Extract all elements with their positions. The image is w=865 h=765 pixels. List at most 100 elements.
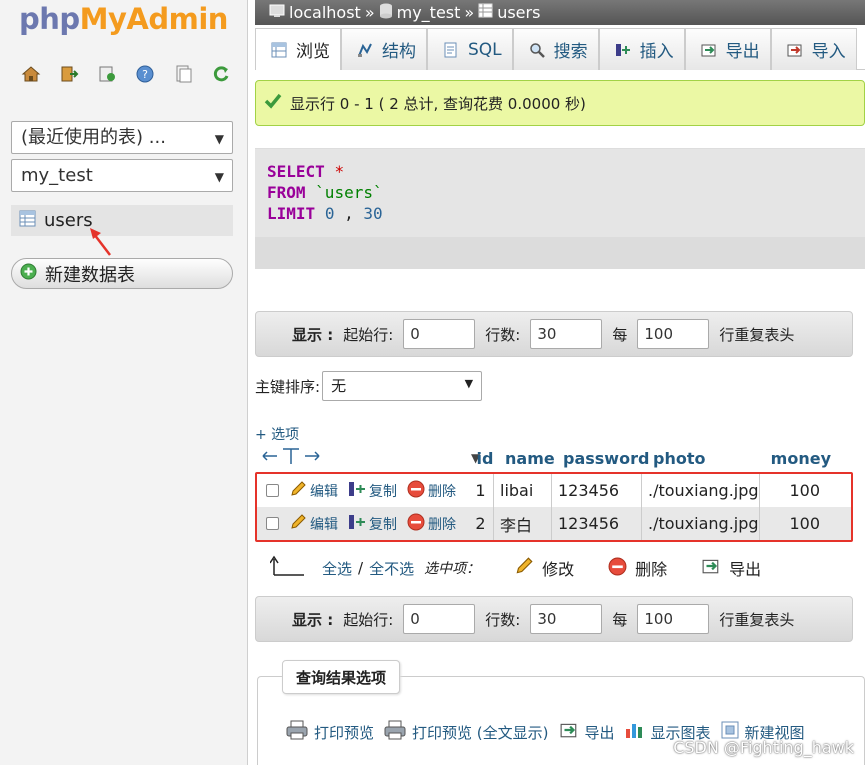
tab-insert[interactable]: 插入 xyxy=(598,28,685,70)
tab-export[interactable]: 导出 xyxy=(684,28,771,70)
column-header-photo[interactable]: photo xyxy=(649,449,765,468)
table-row: 编辑 复制 删除 1 libai 123456 ./touxiang.jpg 1… xyxy=(257,474,851,507)
sort-row: 主键排序: 无 ▼ xyxy=(255,371,483,401)
insert-icon xyxy=(614,41,632,59)
sql-code[interactable]: SELECT * FROM `users` LIMIT 0 , 30 xyxy=(267,161,383,224)
pager-start-input[interactable] xyxy=(403,604,476,634)
pager-start-input[interactable] xyxy=(403,319,476,349)
sql-query-box: SELECT * FROM `users` LIMIT 0 , 30 xyxy=(255,148,865,269)
export-icon xyxy=(559,721,579,743)
pager-every-label: 每 xyxy=(612,610,628,629)
home-icon[interactable] xyxy=(19,62,43,86)
column-resize-icon[interactable] xyxy=(261,446,321,470)
breadcrumb-database[interactable]: my_test xyxy=(397,3,461,22)
tab-sql[interactable]: SQL xyxy=(427,28,513,70)
sql-box-footer xyxy=(255,237,865,269)
pager-every-label: 每 xyxy=(612,325,628,344)
nav-table-users[interactable]: users xyxy=(11,205,233,236)
sort-select[interactable]: 无 ▼ xyxy=(322,371,483,401)
search-icon xyxy=(528,41,546,59)
pager-rows-label: 行数: xyxy=(485,610,521,629)
import-icon xyxy=(786,41,804,59)
copy-icon xyxy=(348,480,366,502)
pager-repeat-input[interactable] xyxy=(637,604,710,634)
delete-link[interactable]: 删除 xyxy=(407,513,456,535)
print-preview-label: 打印预览 xyxy=(314,723,375,742)
query-results-options-legend: 查询结果选项 xyxy=(282,660,401,694)
pencil-icon xyxy=(289,513,307,535)
bulk-delete-label: 删除 xyxy=(635,560,668,579)
browse-icon xyxy=(270,41,288,59)
tab-import[interactable]: 导入 xyxy=(770,28,857,70)
copy-link[interactable]: 复制 xyxy=(348,480,397,502)
column-header-money[interactable]: money xyxy=(765,449,835,468)
logo-php-text: php xyxy=(19,2,80,36)
tab-browse[interactable]: 浏览 xyxy=(255,28,341,70)
help-icon[interactable]: ? xyxy=(133,62,157,86)
select-arrow-icon xyxy=(269,555,306,581)
pager-repeat-label: 行重复表头 xyxy=(719,325,795,344)
delete-link[interactable]: 删除 xyxy=(407,480,456,502)
navigation-panel: phpMyAdmin ? (最近使用的表) ... ▼ my_test ▼ us… xyxy=(0,0,248,765)
exit-icon[interactable] xyxy=(57,62,81,86)
docs-icon[interactable] xyxy=(171,62,195,86)
pager-rows-input[interactable] xyxy=(530,319,603,349)
bulk-delete-button[interactable]: 删除 xyxy=(608,556,667,580)
breadcrumb-table[interactable]: users xyxy=(497,3,540,22)
results-header: ▼ id name password photo money xyxy=(255,446,853,470)
uncheck-all-link[interactable]: 全不选 xyxy=(369,558,414,579)
tab-sql-label: SQL xyxy=(468,39,502,60)
breadcrumb-server[interactable]: localhost xyxy=(289,3,361,22)
bulk-actions: 全选 / 全不选 选中项： 修改 删除 导出 xyxy=(269,555,761,581)
table-icon xyxy=(478,3,493,22)
pager-repeat-input[interactable] xyxy=(637,319,710,349)
pager-top: 显示 : 起始行: 行数: 每 行重复表头 xyxy=(255,311,853,357)
row-checkbox[interactable] xyxy=(266,484,279,497)
options-link[interactable]: + 选项 xyxy=(255,424,299,444)
sql-icon xyxy=(442,41,460,59)
column-header-id[interactable]: id xyxy=(469,449,501,468)
database-select-value: my_test xyxy=(21,165,93,186)
pager-show-label: 显示 : xyxy=(292,325,334,344)
printer-icon xyxy=(384,720,406,744)
cell-money: 100 xyxy=(789,481,820,500)
edit-link[interactable]: 编辑 xyxy=(289,513,338,535)
tab-insert-label: 插入 xyxy=(639,42,674,62)
print-preview-full-link[interactable]: 打印预览 (全文显示) xyxy=(384,720,549,744)
export-icon xyxy=(701,557,721,579)
reload-icon[interactable] xyxy=(209,62,233,86)
copy-link[interactable]: 复制 xyxy=(348,513,397,535)
new-table-button[interactable]: 新建数据表 xyxy=(11,258,233,289)
tab-structure[interactable]: 结构 xyxy=(341,28,427,70)
export-link[interactable]: 导出 xyxy=(559,721,615,743)
column-header-name[interactable]: name xyxy=(501,449,559,468)
edit-link[interactable]: 编辑 xyxy=(289,480,338,502)
table-row: 编辑 复制 删除 2 李白 123456 ./touxiang.jpg 100 xyxy=(257,507,851,540)
watermark: CSDN @Fighting_hawk xyxy=(673,738,854,757)
check-all-link[interactable]: 全选 xyxy=(322,558,352,579)
phpmyadmin-logo[interactable]: phpMyAdmin xyxy=(19,2,228,36)
breadcrumb-separator: » xyxy=(364,3,375,22)
cell-money: 100 xyxy=(789,514,820,533)
print-preview-link[interactable]: 打印预览 xyxy=(286,720,374,744)
delete-icon xyxy=(407,480,425,502)
pencil-icon xyxy=(514,556,534,580)
cell-password: 123456 xyxy=(552,507,642,540)
row-checkbox[interactable] xyxy=(266,517,279,530)
pager-rows-input[interactable] xyxy=(530,604,603,634)
column-header-password[interactable]: password xyxy=(559,449,649,468)
copy-label: 复制 xyxy=(369,516,397,533)
bulk-export-button[interactable]: 导出 xyxy=(701,556,761,580)
database-select[interactable]: my_test ▼ xyxy=(11,159,233,192)
breadcrumb-separator: » xyxy=(464,3,475,22)
recent-tables-select[interactable]: (最近使用的表) ... ▼ xyxy=(11,121,233,154)
database-icon xyxy=(379,3,393,23)
tab-search[interactable]: 搜索 xyxy=(512,28,599,70)
delete-label: 删除 xyxy=(428,516,456,533)
pager-rows-label: 行数: xyxy=(485,325,521,344)
pager-start-label: 起始行: xyxy=(343,325,394,344)
sort-select-value: 无 xyxy=(331,377,347,395)
query-icon[interactable] xyxy=(95,62,119,86)
print-preview-full-label: 打印预览 (全文显示) xyxy=(412,723,549,742)
bulk-modify-button[interactable]: 修改 xyxy=(514,556,574,580)
